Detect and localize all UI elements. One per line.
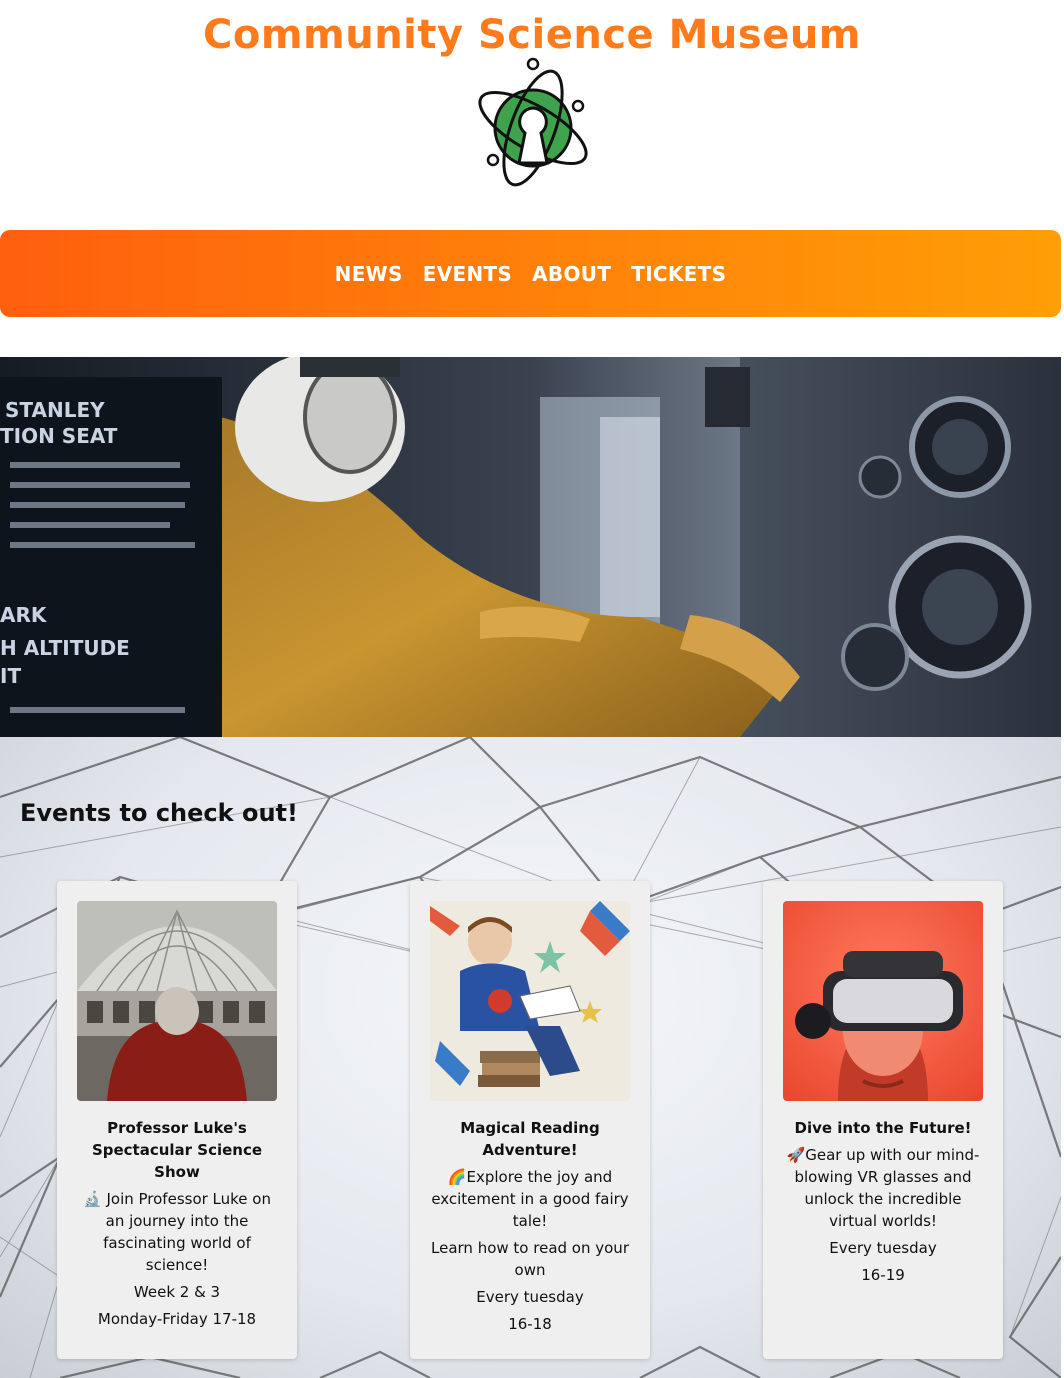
event-description: 🌈Explore the joy and excitement in a goo…	[431, 1168, 629, 1230]
event-extra: Learn how to read on your own	[431, 1239, 629, 1279]
event-schedule: Week 2 & 3	[133, 1283, 221, 1301]
main-nav: NEWS EVENTS ABOUT TICKETS	[0, 230, 1061, 317]
astronaut-exhibit-image: STANLEY TION SEAT ARK H ALTITUDE IT	[0, 357, 1061, 737]
event-image-reading-boy	[430, 901, 630, 1101]
nav-about-link[interactable]: ABOUT	[532, 262, 611, 286]
event-description: 🔬 Join Professor Luke on an journey into…	[83, 1190, 271, 1274]
events-heading: Events to check out!	[20, 799, 298, 827]
rainbow-icon: 🌈	[447, 1168, 467, 1186]
event-description: 🚀Gear up with our mind-blowing VR glasse…	[786, 1146, 980, 1230]
event-card-science-show[interactable]: Professor Luke's Spectacular Science Sho…	[57, 881, 297, 1359]
event-card-vr-future[interactable]: Dive into the Future! 🚀Gear up with our …	[763, 881, 1003, 1359]
nav-news-link[interactable]: NEWS	[335, 262, 403, 286]
event-time: Monday-Friday 17-18	[97, 1310, 257, 1328]
rocket-icon: 🚀	[786, 1146, 806, 1164]
hero-placard-line-4: H ALTITUDE	[0, 636, 130, 660]
event-title: Dive into the Future!	[794, 1119, 972, 1137]
hero-placard-line-3: ARK	[0, 603, 48, 627]
hero-placard-line-2: TION SEAT	[0, 424, 118, 448]
nav-tickets-link[interactable]: TICKETS	[631, 262, 726, 286]
event-time: 16-18	[508, 1315, 552, 1333]
museum-logo-icon	[478, 57, 588, 187]
event-schedule: Every tuesday	[829, 1239, 937, 1257]
microscope-icon: 🔬	[83, 1190, 102, 1208]
hero-placard-line-1: STANLEY	[5, 398, 105, 422]
events-section: Events to check out! Professor Luke's Sp…	[0, 737, 1061, 1378]
hero-placard-line-5: IT	[0, 664, 21, 688]
event-image-vr-headset	[783, 901, 983, 1101]
hero-image: STANLEY TION SEAT ARK H ALTITUDE IT	[0, 357, 1061, 737]
event-time: 16-19	[861, 1266, 905, 1284]
nav-events-link[interactable]: EVENTS	[423, 262, 512, 286]
site-title: Community Science Museum	[203, 12, 861, 58]
event-title: Magical Reading Adventure!	[460, 1119, 600, 1159]
event-card-reading-adventure[interactable]: Magical Reading Adventure! 🌈Explore the …	[410, 881, 650, 1359]
event-schedule: Every tuesday	[476, 1288, 584, 1306]
event-title: Professor Luke's Spectacular Science Sho…	[91, 1119, 263, 1181]
event-image-professor	[77, 901, 277, 1101]
